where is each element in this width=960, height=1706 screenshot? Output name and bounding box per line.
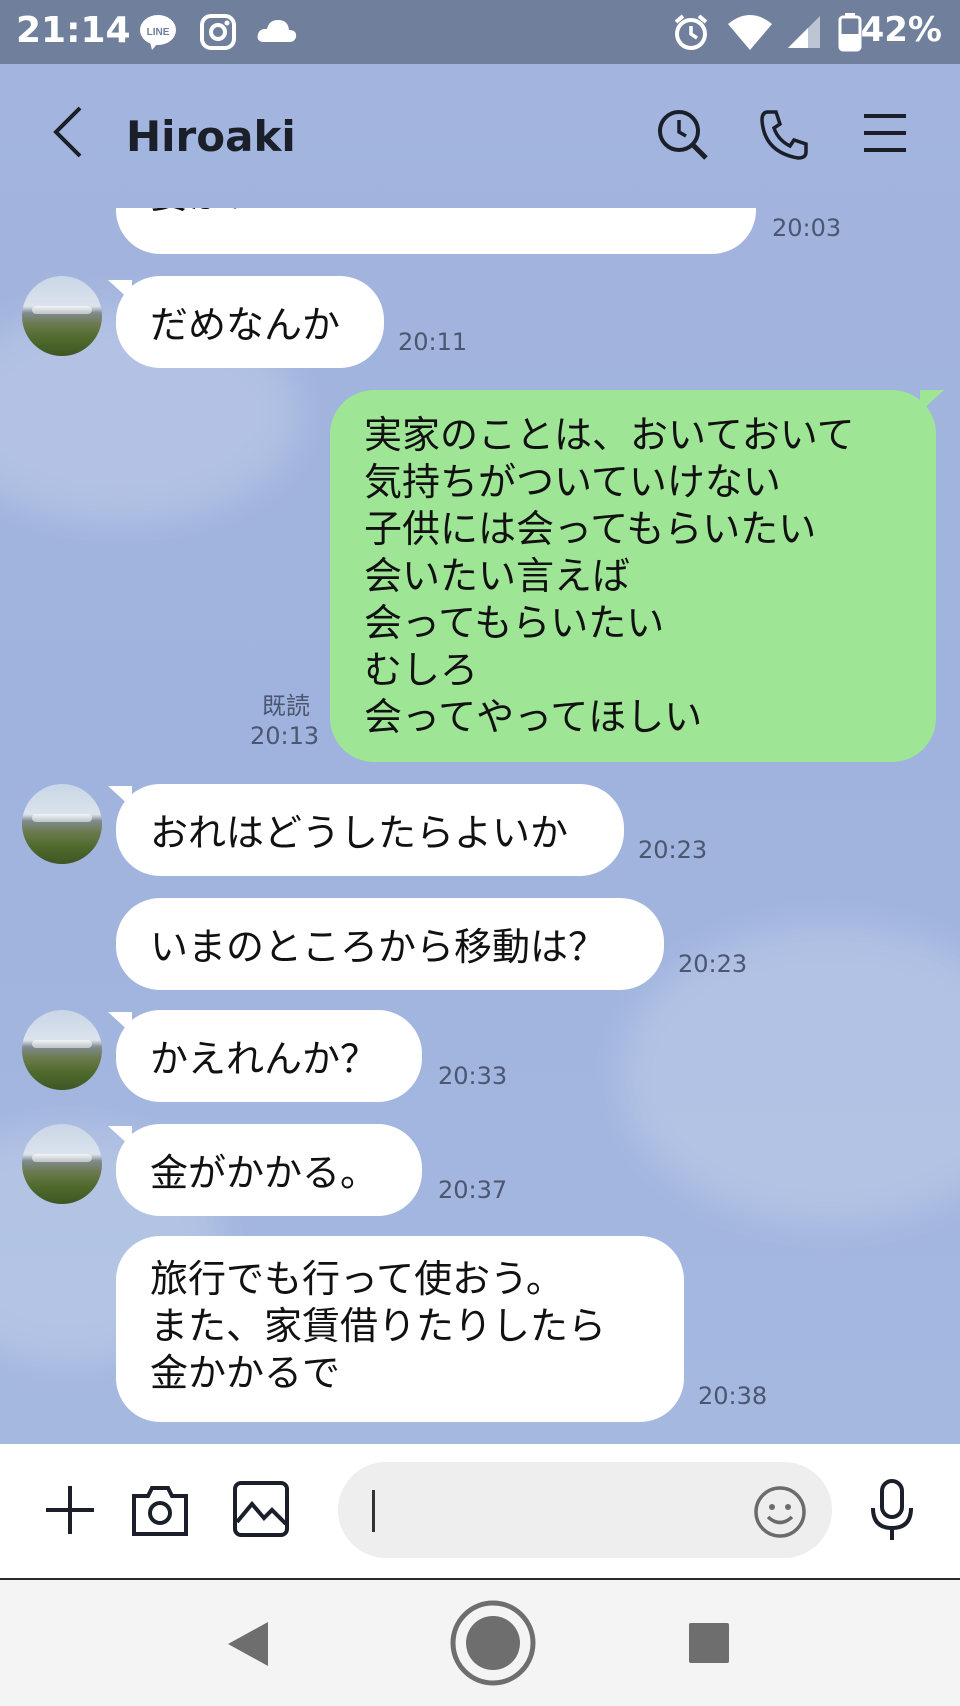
message-time: 20:23 [638,836,708,864]
read-receipt: 既読 [262,692,310,720]
wifi-icon [728,15,772,50]
message-time: 20:38 [698,1382,768,1410]
avatar[interactable] [22,276,102,356]
message-time: 20:11 [398,328,468,356]
message-bubble[interactable]: 旅行でも行って使おう。 また、家賃借りたりしたら 金かかるで [116,1236,684,1422]
avatar[interactable] [22,1010,102,1090]
status-bar: 21:14 LINE 42% [0,0,960,64]
plus-icon[interactable] [42,1482,98,1538]
message-time: 20:33 [438,1062,508,1090]
menu-icon[interactable] [862,108,908,158]
message-bubble[interactable]: かえれんか？ [116,1010,422,1102]
message-bubble[interactable]: 金がかかる。 [116,1124,422,1216]
message-bubble[interactable]: おれはどうしたらよいか [116,784,624,876]
avatar[interactable] [22,1124,102,1204]
alarm-icon [674,14,708,50]
back-icon[interactable] [48,104,88,160]
phone-icon[interactable] [758,108,810,162]
nav-recents-icon[interactable] [688,1622,730,1664]
message-time: 20:03 [772,214,842,242]
chat-title: Hiroaki [126,112,296,161]
instagram-icon [200,14,236,50]
image-icon[interactable] [232,1480,290,1538]
message-time: 20:23 [678,950,748,978]
battery-percent: 42% [860,10,942,50]
my-message-bubble[interactable]: 実家のことは、おいておいて 気持ちがついていけない 子供には会ってもらいたい 会… [330,390,936,762]
cloud-icon [257,20,297,42]
message-time: 20:13 [250,722,320,750]
search-icon[interactable] [656,108,710,164]
line-icon: LINE [140,15,176,50]
battery-icon [838,13,862,52]
status-time: 21:14 [16,10,131,51]
message-time: 20:37 [438,1176,508,1204]
bubble-tail [920,390,944,412]
camera-icon[interactable] [130,1482,190,1538]
message-bubble[interactable]: だめなんか [116,276,384,368]
svg-text:LINE: LINE [147,27,170,38]
text-caret [372,1490,375,1532]
nav-back-icon[interactable] [226,1620,270,1668]
microphone-icon[interactable] [868,1478,916,1542]
signal-icon [788,16,820,48]
emoji-icon[interactable] [752,1484,808,1540]
message-bubble[interactable]: いまのところから移動は？ [116,898,664,990]
nav-home-icon[interactable] [448,1598,538,1688]
avatar[interactable] [22,784,102,864]
